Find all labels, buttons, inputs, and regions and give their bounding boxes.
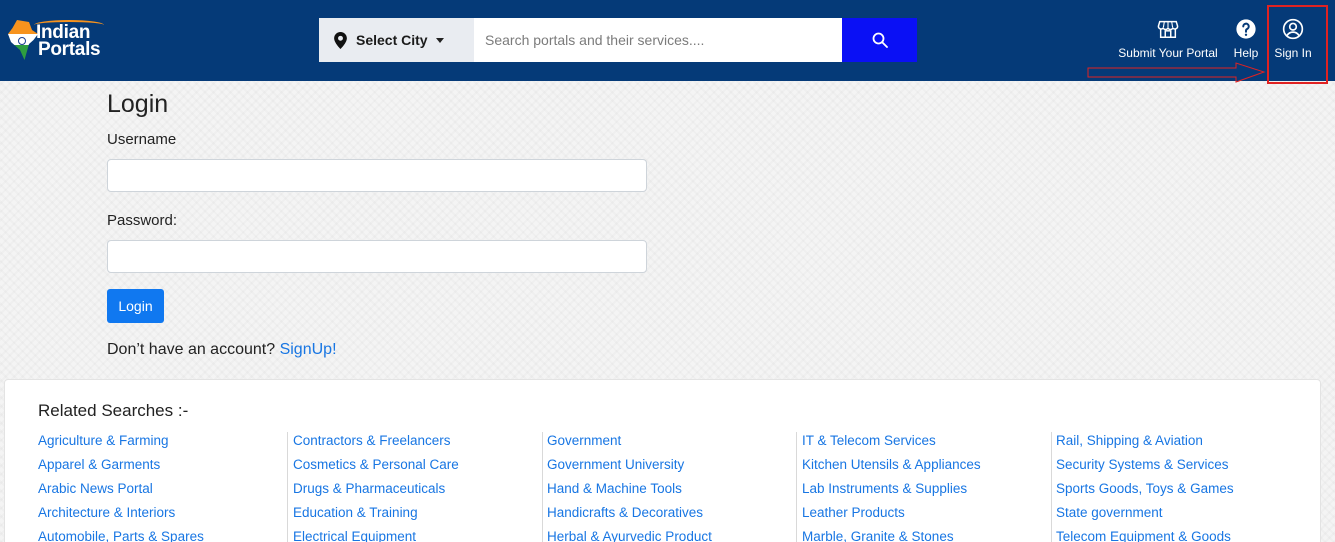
related-link[interactable]: Architecture & Interiors	[38, 504, 287, 528]
related-link[interactable]: Government University	[547, 456, 796, 480]
sign-in-label: Sign In	[1274, 46, 1312, 60]
sign-in-link[interactable]: Sign In	[1270, 18, 1316, 66]
related-link[interactable]: Lab Instruments & Supplies	[802, 480, 1051, 504]
related-link[interactable]: Handicrafts & Decoratives	[547, 504, 796, 528]
related-link[interactable]: Sports Goods, Toys & Games	[1056, 480, 1306, 504]
related-link[interactable]: Rail, Shipping & Aviation	[1056, 432, 1306, 456]
submit-portal-link[interactable]: Submit Your Portal	[1112, 18, 1224, 66]
related-link[interactable]: Leather Products	[802, 504, 1051, 528]
chevron-down-icon	[435, 37, 444, 43]
related-link[interactable]: State government	[1056, 504, 1306, 528]
related-link[interactable]: Kitchen Utensils & Appliances	[802, 456, 1051, 480]
login-button[interactable]: Login	[107, 289, 164, 323]
related-link[interactable]: Hand & Machine Tools	[547, 480, 796, 504]
signup-prompt-text: Don’t have an account?	[107, 341, 276, 358]
related-link[interactable]: Agriculture & Farming	[38, 432, 287, 456]
user-circle-icon	[1282, 18, 1304, 40]
related-link[interactable]: Marble, Granite & Stones	[802, 528, 1051, 542]
search-button[interactable]	[842, 18, 917, 62]
related-column-5: Rail, Shipping & Aviation Security Syste…	[1056, 432, 1306, 542]
related-link[interactable]: Security Systems & Services	[1056, 456, 1306, 480]
related-link[interactable]: Apparel & Garments	[38, 456, 287, 480]
related-link[interactable]: Drugs & Pharmaceuticals	[293, 480, 542, 504]
ashoka-chakra-icon	[18, 37, 26, 45]
related-link[interactable]: Education & Training	[293, 504, 542, 528]
related-link[interactable]: Cosmetics & Personal Care	[293, 456, 542, 480]
related-link[interactable]: Automobile, Parts & Spares	[38, 528, 287, 542]
username-field[interactable]	[107, 159, 647, 192]
map-pin-icon	[334, 31, 347, 49]
store-icon	[1157, 20, 1179, 38]
password-label: Password:	[107, 212, 178, 229]
password-field[interactable]	[107, 240, 647, 273]
search-icon	[872, 32, 888, 48]
submit-portal-label: Submit Your Portal	[1118, 46, 1218, 60]
related-link[interactable]: Electrical Equipment	[293, 528, 542, 542]
help-label: Help	[1233, 46, 1259, 60]
related-column-4: IT & Telecom Services Kitchen Utensils &…	[802, 432, 1052, 542]
help-icon	[1236, 19, 1256, 39]
related-searches-title: Related Searches :-	[38, 401, 189, 420]
signup-suffix: !	[332, 341, 337, 358]
logo-text-line2: Portals	[38, 39, 101, 60]
related-column-1: Agriculture & Farming Apparel & Garments…	[38, 432, 288, 542]
related-link[interactable]: IT & Telecom Services	[802, 432, 1051, 456]
related-column-2: Contractors & Freelancers Cosmetics & Pe…	[293, 432, 543, 542]
help-link[interactable]: Help	[1230, 18, 1262, 66]
related-link[interactable]: Telecom Equipment & Goods	[1056, 528, 1306, 542]
top-header: Indian Portals Select City Submit Your P…	[0, 0, 1335, 81]
city-select-dropdown[interactable]: Select City	[319, 18, 474, 62]
site-logo[interactable]: Indian Portals	[6, 16, 116, 66]
signup-link[interactable]: SignUp	[280, 341, 332, 358]
signup-prompt-line: Don’t have an account? SignUp!	[107, 341, 337, 359]
related-link[interactable]: Contractors & Freelancers	[293, 432, 542, 456]
related-link[interactable]: Arabic News Portal	[38, 480, 287, 504]
city-select-label: Select City	[356, 32, 428, 48]
search-input[interactable]	[474, 18, 842, 62]
login-heading: Login	[107, 90, 169, 118]
related-link[interactable]: Government	[547, 432, 796, 456]
username-label: Username	[107, 131, 177, 148]
related-link[interactable]: Herbal & Ayurvedic Product	[547, 528, 796, 542]
related-column-3: Government Government University Hand & …	[547, 432, 797, 542]
related-searches-panel: Related Searches :- Agriculture & Farmin…	[4, 379, 1321, 542]
